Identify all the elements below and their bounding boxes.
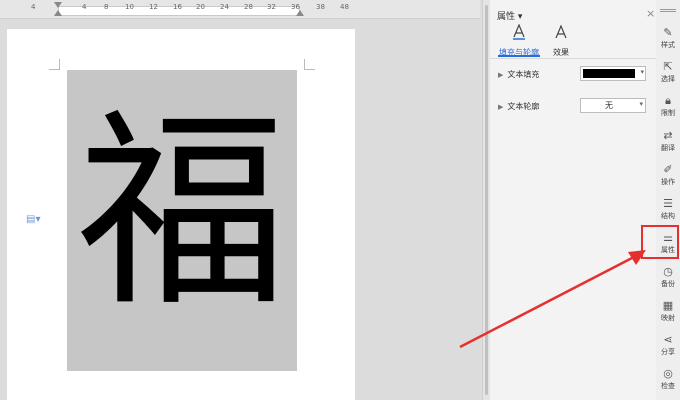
tab-effect[interactable]: 效果 — [536, 24, 586, 58]
clock-icon: ◷ — [663, 265, 673, 278]
ruler-tick: 20 — [196, 3, 205, 11]
sidebar-item-style[interactable]: ✎ 样式 — [656, 26, 680, 50]
sidebar-item-operate[interactable]: ✐ 操作 — [656, 163, 680, 187]
annotation-highlight-box — [641, 225, 679, 259]
sidebar-item-label: 分享 — [661, 348, 675, 356]
ruler-tick: 4 — [82, 3, 87, 11]
sidebar-item-label: 映射 — [661, 314, 675, 322]
sidebar-item-check[interactable]: ◎ 检查 — [656, 367, 680, 391]
scrollbar-thumb[interactable] — [485, 5, 488, 395]
ruler-tick: 32 — [267, 3, 276, 11]
text-fill-color-select[interactable]: ▾ — [580, 66, 646, 81]
ruler-tick: 48 — [340, 3, 349, 11]
sidebar-item-label: 翻译 — [661, 144, 675, 152]
sidebar-item-restrict[interactable]: 🔒︎ 限制 — [656, 94, 680, 118]
share-icon: ⋖ — [663, 333, 673, 346]
ruler-tick: 16 — [173, 3, 182, 11]
effect-icon — [536, 24, 586, 44]
pen-icon: ✎ — [663, 26, 673, 39]
fu-character[interactable]: 福 — [67, 98, 297, 328]
ruler-tick: 24 — [220, 3, 229, 11]
paragraph-handle-icon[interactable]: ▤▾ — [26, 214, 40, 225]
property-panel: 属性 ▾ × 填充与轮廓 效果 ▶ 文本填充 ▾ ▶ 文本轮廓 无 ▾ — [490, 0, 657, 400]
sidebar-item-select[interactable]: ⇱ 选择 — [656, 60, 680, 84]
translate-icon: ⇄ — [663, 129, 673, 142]
menu-icon[interactable] — [660, 11, 676, 12]
text-outline-row[interactable]: ▶ 文本轮廓 — [498, 101, 539, 112]
right-indent-marker[interactable] — [296, 10, 304, 16]
text-outline-label: 文本轮廓 — [507, 102, 540, 111]
structure-icon: ☰ — [663, 197, 673, 210]
sidebar-item-label: 备份 — [661, 280, 675, 288]
edit-icon: ✐ — [663, 163, 673, 176]
sidebar-item-label: 限制 — [661, 109, 675, 117]
ruler-tick: 12 — [149, 3, 158, 11]
margin-corner-top-right — [304, 59, 315, 70]
sidebar-item-label: 检查 — [661, 382, 675, 390]
divider — [490, 58, 656, 59]
chevron-down-icon: ▾ — [639, 100, 643, 108]
chevron-right-icon: ▶ — [498, 71, 504, 79]
check-icon: ◎ — [663, 367, 673, 380]
sidebar-item-translate[interactable]: ⇄ 翻译 — [656, 129, 680, 153]
margin-corner-top-left — [49, 59, 60, 70]
text-outline-select[interactable]: 无 ▾ — [580, 98, 646, 113]
fill-color-swatch — [583, 69, 635, 78]
cursor-icon: ⇱ — [663, 60, 673, 73]
text-frame[interactable]: 福 — [67, 70, 297, 371]
ruler-tick: 8 — [104, 3, 109, 11]
ruler-tick: 38 — [316, 3, 325, 11]
sidebar-item-label: 选择 — [661, 75, 675, 83]
close-icon[interactable]: × — [646, 7, 655, 20]
left-indent-marker[interactable] — [54, 10, 62, 16]
chevron-down-icon: ▾ — [640, 68, 644, 76]
horizontal-ruler[interactable]: 4 4 8 10 12 16 20 24 28 32 36 38 48 — [0, 0, 480, 19]
ruler-tick: 28 — [244, 3, 253, 11]
sidebar-item-share[interactable]: ⋖ 分享 — [656, 333, 680, 357]
panel-title[interactable]: 属性 ▾ — [497, 9, 522, 22]
sidebar-item-label: 操作 — [661, 178, 675, 186]
chevron-right-icon: ▶ — [498, 103, 504, 111]
outline-value: 无 — [605, 101, 613, 110]
sidebar-item-map[interactable]: ▦ 映射 — [656, 299, 680, 323]
sidebar-item-label: 样式 — [661, 41, 675, 49]
ruler-tick: 10 — [125, 3, 134, 11]
right-sidebar: ✎ 样式 ⇱ 选择 🔒︎ 限制 ⇄ 翻译 ✐ 操作 ☰ 结构 ⚌ 属性 ◷ 备份… — [656, 0, 680, 400]
sidebar-item-backup[interactable]: ◷ 备份 — [656, 265, 680, 289]
lock-icon: 🔒︎ — [665, 94, 671, 107]
document-page[interactable]: 福 — [7, 29, 355, 400]
text-fill-row[interactable]: ▶ 文本填充 — [498, 69, 539, 80]
sidebar-item-label: 结构 — [661, 212, 675, 220]
tab-label: 效果 — [553, 48, 569, 57]
text-fill-label: 文本填充 — [507, 70, 540, 79]
sidebar-item-structure[interactable]: ☰ 结构 — [656, 197, 680, 221]
active-tab-underline — [498, 55, 540, 57]
map-icon: ▦ — [662, 299, 674, 312]
ruler-tick: 4 — [31, 3, 36, 11]
first-indent-marker[interactable] — [54, 2, 62, 8]
